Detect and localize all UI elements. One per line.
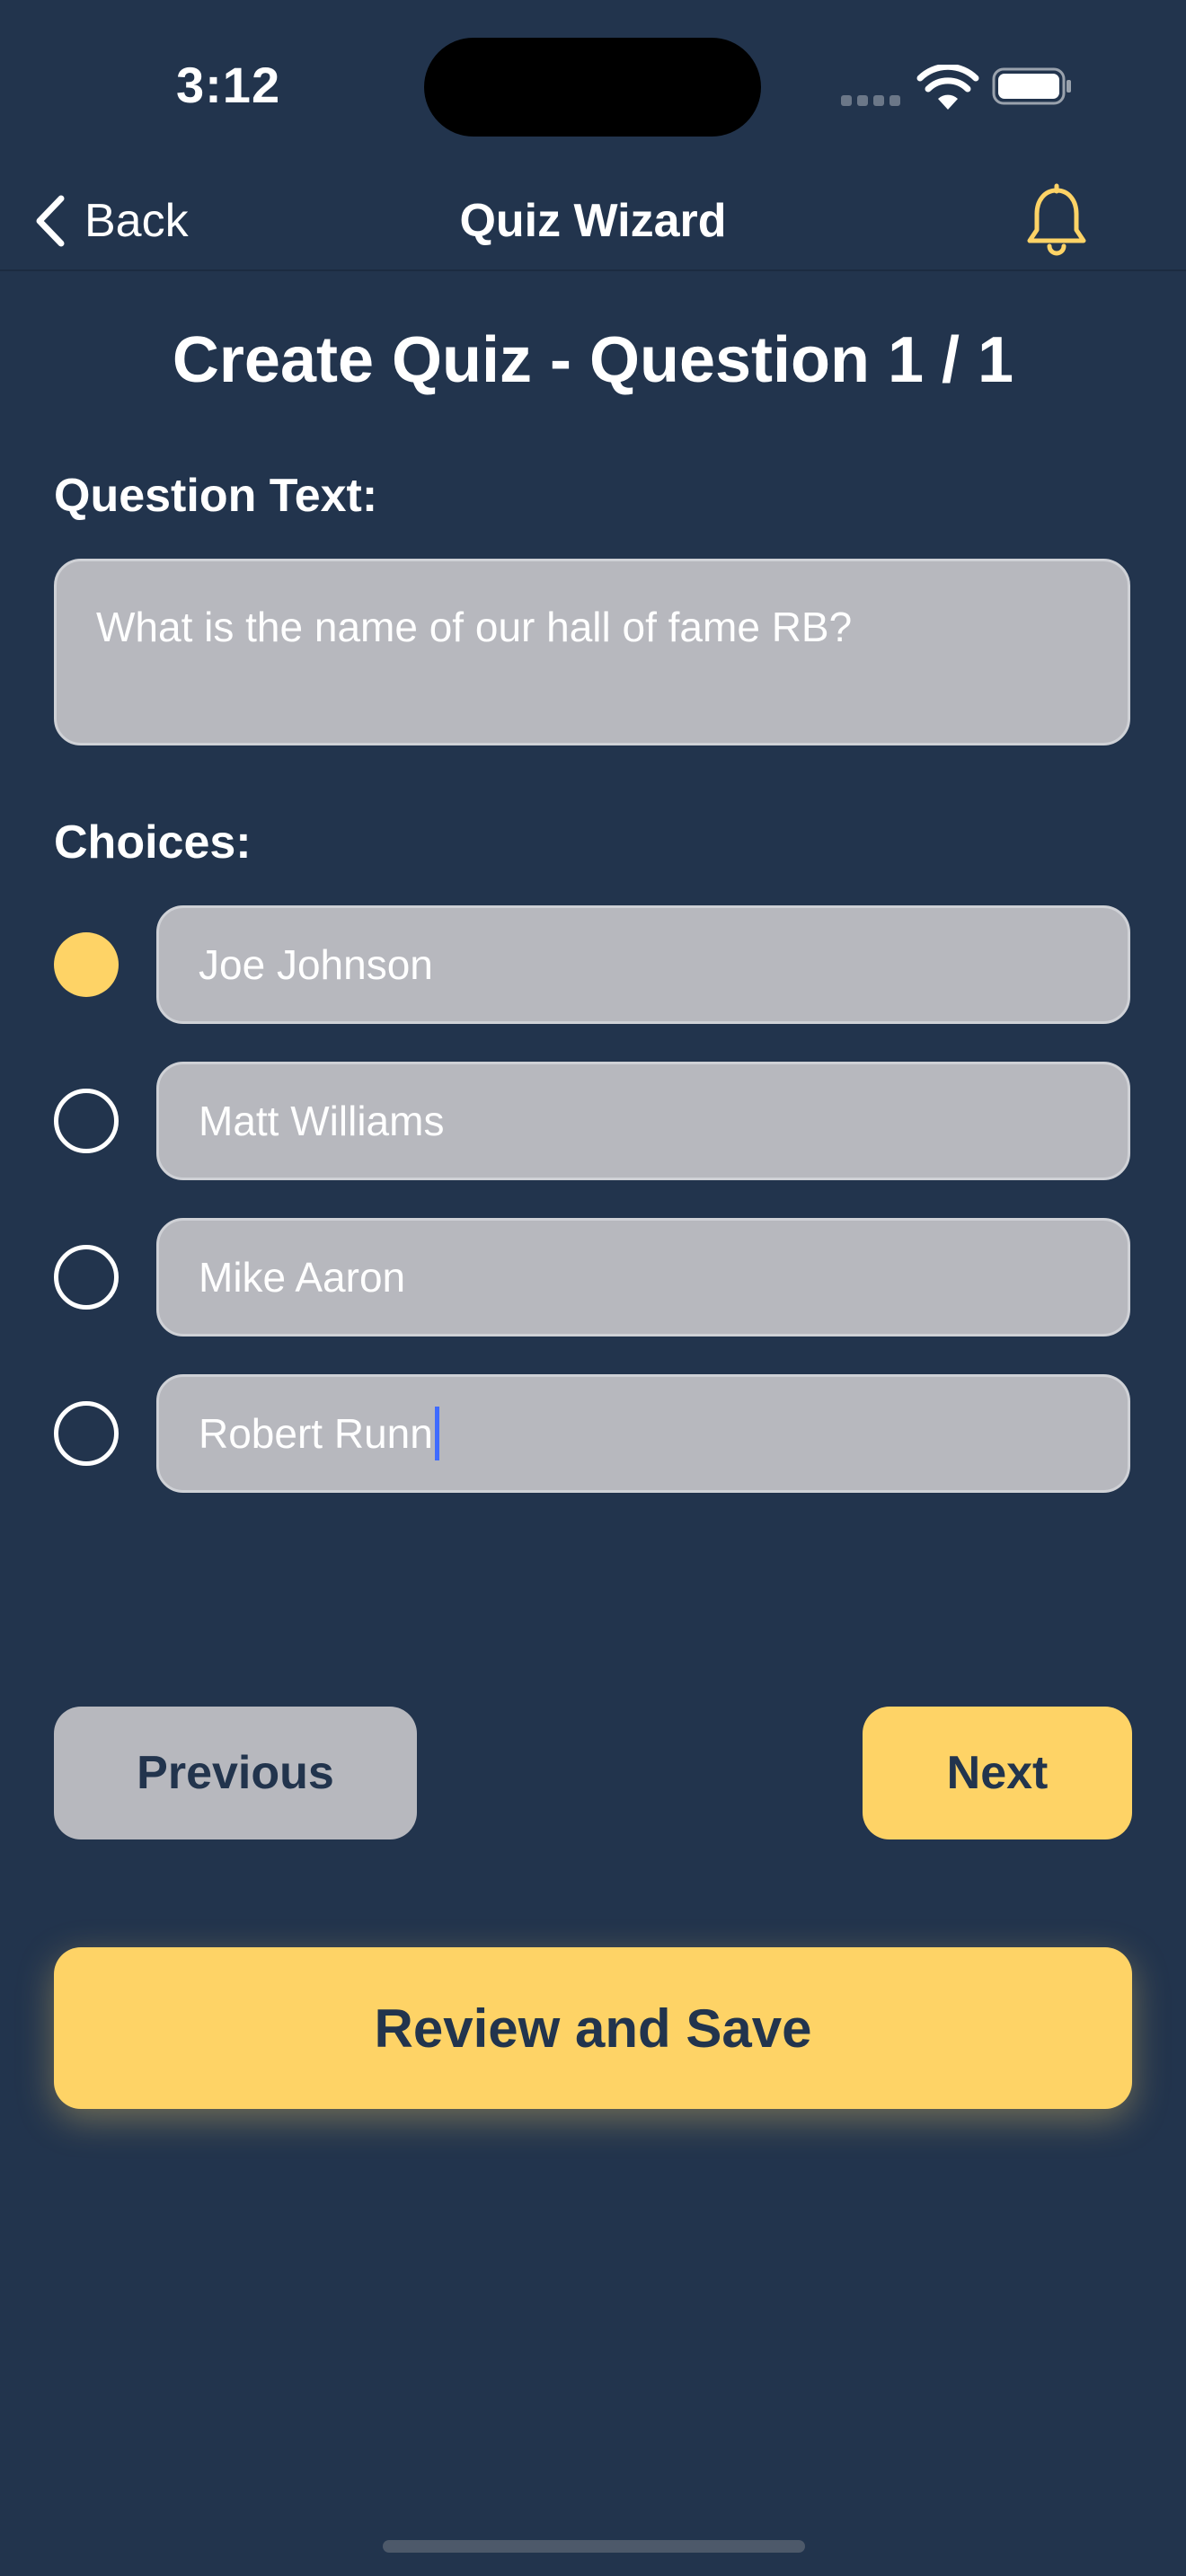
review-and-save-button[interactable]: Review and Save — [54, 1947, 1132, 2109]
choice-row-4: Robert Runn — [54, 1374, 1132, 1493]
question-label: Question Text: — [54, 470, 378, 522]
choice-text-2: Matt Williams — [199, 1098, 445, 1144]
choice-text-4: Robert Runn — [199, 1410, 433, 1457]
page-title: Create Quiz - Question 1 / 1 — [172, 324, 1014, 396]
battery-icon — [992, 67, 1071, 105]
choice-field-2[interactable]: Matt Williams — [156, 1062, 1130, 1180]
choices-label: Choices: — [54, 816, 252, 869]
choice-field-4[interactable]: Robert Runn — [156, 1374, 1130, 1493]
wifi-icon — [916, 65, 979, 110]
choice-row-2: Matt Williams — [54, 1062, 1132, 1180]
choice-field-3[interactable]: Mike Aaron — [156, 1218, 1130, 1337]
question-text-field[interactable]: What is the name of our hall of fame RB? — [54, 559, 1130, 745]
status-bar: 3:12 — [0, 0, 1186, 171]
status-time: 3:12 — [176, 57, 281, 113]
signal-icon — [841, 95, 900, 106]
next-button[interactable]: Next — [863, 1707, 1132, 1839]
choice-field-1[interactable]: Joe Johnson — [156, 905, 1130, 1024]
previous-button[interactable]: Previous — [54, 1707, 417, 1839]
choice-text-1: Joe Johnson — [199, 941, 433, 988]
home-indicator[interactable] — [383, 2540, 805, 2553]
choice-radio-2[interactable] — [54, 1089, 119, 1153]
choice-radio-4[interactable] — [54, 1401, 119, 1466]
navigation-bar: Back Quiz Wizard — [0, 171, 1186, 271]
text-caret — [434, 1407, 439, 1460]
nav-title: Quiz Wizard — [459, 195, 727, 247]
choice-row-3: Mike Aaron — [54, 1218, 1132, 1337]
dynamic-island — [424, 38, 761, 137]
choice-text-3: Mike Aaron — [199, 1254, 406, 1301]
bell-icon[interactable] — [1024, 183, 1089, 259]
choice-radio-3[interactable] — [54, 1245, 119, 1310]
choice-row-1: Joe Johnson — [54, 905, 1132, 1024]
choice-radio-1[interactable] — [54, 932, 119, 997]
